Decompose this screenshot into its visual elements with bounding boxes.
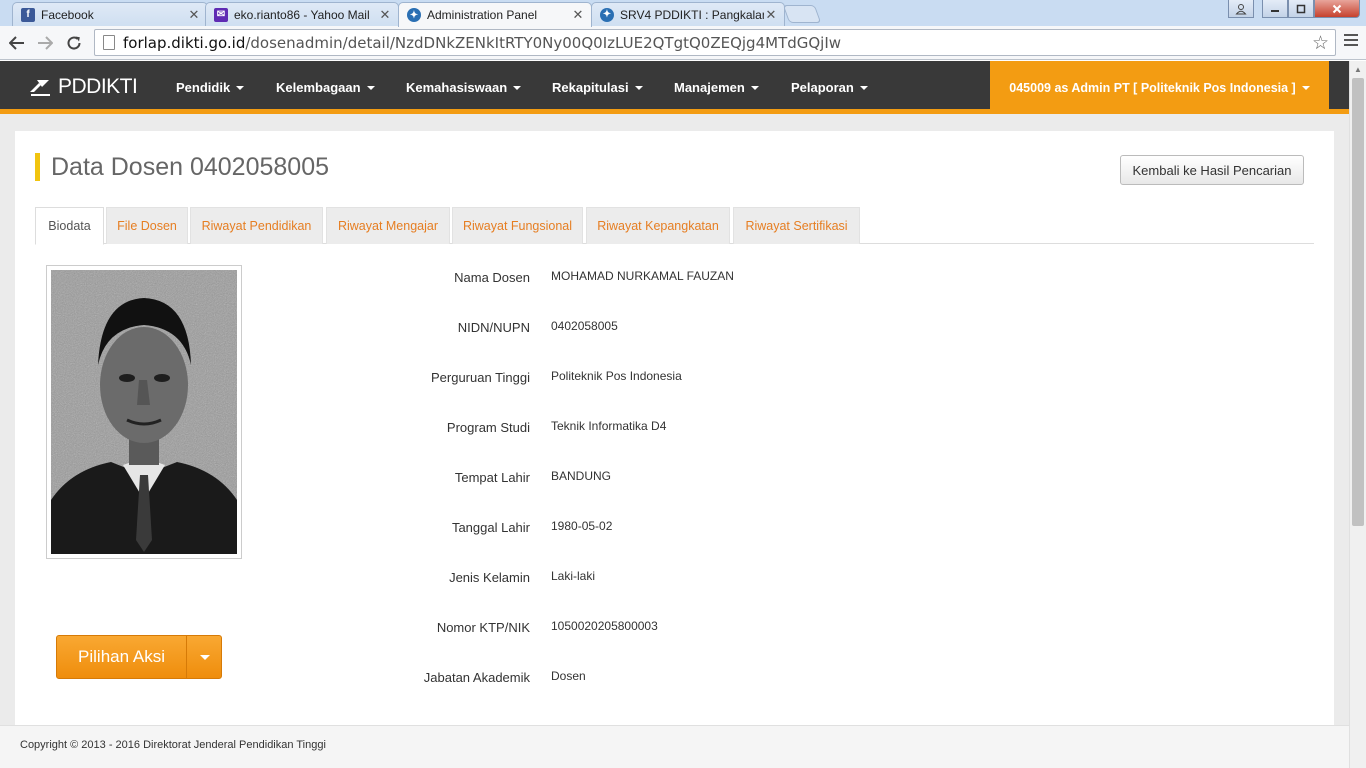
page-icon (103, 35, 115, 50)
field-label-nomor-ktp: Nomor KTP/NIK (436, 620, 530, 635)
field-value-perguruan-tinggi: Politeknik Pos Indonesia (551, 369, 682, 383)
field-label-nama-dosen: Nama Dosen (454, 270, 530, 285)
bookmark-star-icon[interactable]: ☆ (1312, 32, 1329, 54)
browser-tab-label: SRV4 PDDIKTI : Pangkalan (620, 7, 764, 22)
url-host: forlap.dikti.go.id (123, 33, 246, 52)
field-label-program-studi: Program Studi (446, 420, 530, 435)
nav-label: Manajemen (674, 80, 745, 95)
field-label-tempat-lahir: Tempat Lahir (454, 470, 530, 485)
nav-rekapitulasi[interactable]: Rekapitulasi (552, 61, 643, 114)
action-menu-button[interactable]: Pilihan Aksi (56, 635, 222, 679)
field-label-jabatan-akademik: Jabatan Akademik (423, 670, 530, 685)
caret-down-icon (634, 85, 643, 90)
field-label-jenis-kelamin: Jenis Kelamin (449, 570, 530, 585)
browser-tab-srv4-pddikti[interactable]: ✦ SRV4 PDDIKTI : Pangkalan ✕ (591, 2, 785, 26)
scroll-up-icon[interactable]: ▲ (1350, 61, 1366, 78)
action-dropdown-toggle[interactable] (188, 636, 221, 678)
field-label-tanggal-lahir: Tanggal Lahir (451, 520, 530, 535)
tab-riwayat-sertifikasi[interactable]: Riwayat Sertifikasi (733, 207, 860, 244)
brand-name: PDDIKTI (58, 75, 138, 98)
action-menu-label[interactable]: Pilihan Aksi (57, 636, 187, 678)
page-viewport: PDDIKTI Pendidik Kelembagaan Kemahasiswa… (0, 61, 1349, 768)
lecturer-photo (46, 265, 242, 559)
detail-tabs: Biodata File Dosen Riwayat Pendidikan Ri… (35, 207, 1314, 245)
scrollbar-thumb[interactable] (1352, 78, 1364, 526)
copyright-text: Copyright © 2013 - 2016 Direktorat Jende… (20, 739, 326, 751)
browser-tab-facebook[interactable]: f Facebook ✕ (12, 2, 208, 26)
nav-label: Pelaporan (791, 80, 854, 95)
tab-riwayat-mengajar[interactable]: Riwayat Mengajar (326, 207, 450, 244)
nav-label: Kelembagaan (276, 80, 361, 95)
admin-account-label: 045009 as Admin PT [ Politeknik Pos Indo… (1009, 80, 1296, 95)
field-value-nomor-ktp: 1050020205800003 (551, 619, 658, 633)
nav-kelembagaan[interactable]: Kelembagaan (276, 61, 375, 114)
nav-label: Rekapitulasi (552, 80, 629, 95)
forward-arrow-icon[interactable] (33, 31, 57, 55)
top-navbar: PDDIKTI Pendidik Kelembagaan Kemahasiswa… (0, 61, 1349, 114)
pddikti-icon: ✦ (407, 8, 421, 22)
browser-tab-label: Administration Panel (427, 8, 538, 22)
address-bar[interactable]: forlap.dikti.go.id/dosenadmin/detail/Nzd… (94, 29, 1336, 56)
admin-account-menu[interactable]: 045009 as Admin PT [ Politeknik Pos Indo… (990, 61, 1329, 114)
caret-down-icon (513, 85, 522, 90)
field-value-jenis-kelamin: Laki-laki (551, 569, 596, 583)
content-panel: Data Dosen 0402058005 Kembali ke Hasil P… (15, 131, 1334, 731)
window-close-icon[interactable] (1314, 0, 1360, 18)
facebook-icon: f (21, 7, 35, 22)
field-label-nidn: NIDN/NUPN (457, 320, 530, 335)
pddikti-icon: ✦ (600, 7, 614, 22)
close-icon[interactable]: ✕ (378, 7, 392, 23)
page-title: Data Dosen 0402058005 (35, 153, 329, 181)
close-icon[interactable]: ✕ (187, 7, 201, 23)
brand-logo[interactable]: PDDIKTI (28, 73, 138, 101)
close-icon[interactable]: ✕ (571, 7, 585, 23)
caret-down-icon (750, 85, 759, 90)
nav-label: Kemahasiswaan (406, 80, 508, 95)
browser-menu-icon[interactable] (1344, 34, 1358, 49)
browser-tab-yahoo-mail[interactable]: ✉ eko.rianto86 - Yahoo Mail ✕ (205, 2, 399, 26)
browser-tab-administration-panel[interactable]: ✦ Administration Panel ✕ (398, 2, 592, 27)
page-footer: Copyright © 2013 - 2016 Direktorat Jende… (0, 725, 1349, 768)
browser-tab-strip: f Facebook ✕ ✉ eko.rianto86 - Yahoo Mail… (0, 0, 1366, 27)
minimize-icon[interactable] (1262, 0, 1288, 18)
caret-down-icon (236, 85, 245, 90)
yahoo-mail-icon: ✉ (214, 7, 228, 22)
tab-riwayat-pendidikan[interactable]: Riwayat Pendidikan (190, 207, 323, 244)
tab-riwayat-kepangkatan[interactable]: Riwayat Kepangkatan (586, 207, 730, 244)
vertical-scrollbar[interactable]: ▲ (1349, 61, 1366, 768)
close-icon[interactable]: ✕ (764, 7, 778, 23)
reload-icon[interactable] (62, 31, 86, 55)
browser-toolbar: forlap.dikti.go.id/dosenadmin/detail/Nzd… (0, 26, 1366, 60)
field-value-nama-dosen: MOHAMAD NURKAMAL FAUZAN (551, 269, 734, 283)
field-value-program-studi: Teknik Informatika D4 (551, 419, 667, 433)
browser-tab-label: Facebook (41, 7, 94, 22)
new-tab-button[interactable] (782, 5, 822, 23)
maximize-icon[interactable] (1288, 0, 1314, 18)
caret-down-icon (199, 654, 210, 660)
field-value-tempat-lahir: BANDUNG (551, 469, 612, 483)
field-value-jabatan-akademik: Dosen (551, 669, 586, 683)
field-value-tanggal-lahir: 1980-05-02 (551, 519, 613, 533)
field-label-perguruan-tinggi: Perguruan Tinggi (430, 370, 530, 385)
nav-pendidik[interactable]: Pendidik (176, 61, 245, 114)
tab-riwayat-fungsional[interactable]: Riwayat Fungsional (452, 207, 583, 244)
back-arrow-icon[interactable] (5, 31, 29, 55)
nav-pelaporan[interactable]: Pelaporan (791, 61, 868, 114)
user-icon[interactable] (1228, 0, 1254, 18)
pddikti-logo-icon (30, 80, 50, 96)
caret-down-icon (859, 85, 868, 90)
caret-down-icon (1301, 85, 1310, 90)
back-to-search-results-button[interactable]: Kembali ke Hasil Pencarian (1120, 155, 1304, 185)
nav-label: Pendidik (176, 80, 231, 95)
tab-biodata[interactable]: Biodata (35, 207, 104, 245)
browser-tab-label: eko.rianto86 - Yahoo Mail (234, 7, 370, 22)
nav-kemahasiswaan[interactable]: Kemahasiswaan (406, 61, 522, 114)
field-value-nidn: 0402058005 (551, 319, 618, 333)
nav-manajemen[interactable]: Manajemen (674, 61, 759, 114)
caret-down-icon (366, 85, 375, 90)
url-path: /dosenadmin/detail/NzdDNkZENkItRTY0Ny00Q… (245, 33, 842, 52)
tab-file-dosen[interactable]: File Dosen (106, 207, 188, 244)
